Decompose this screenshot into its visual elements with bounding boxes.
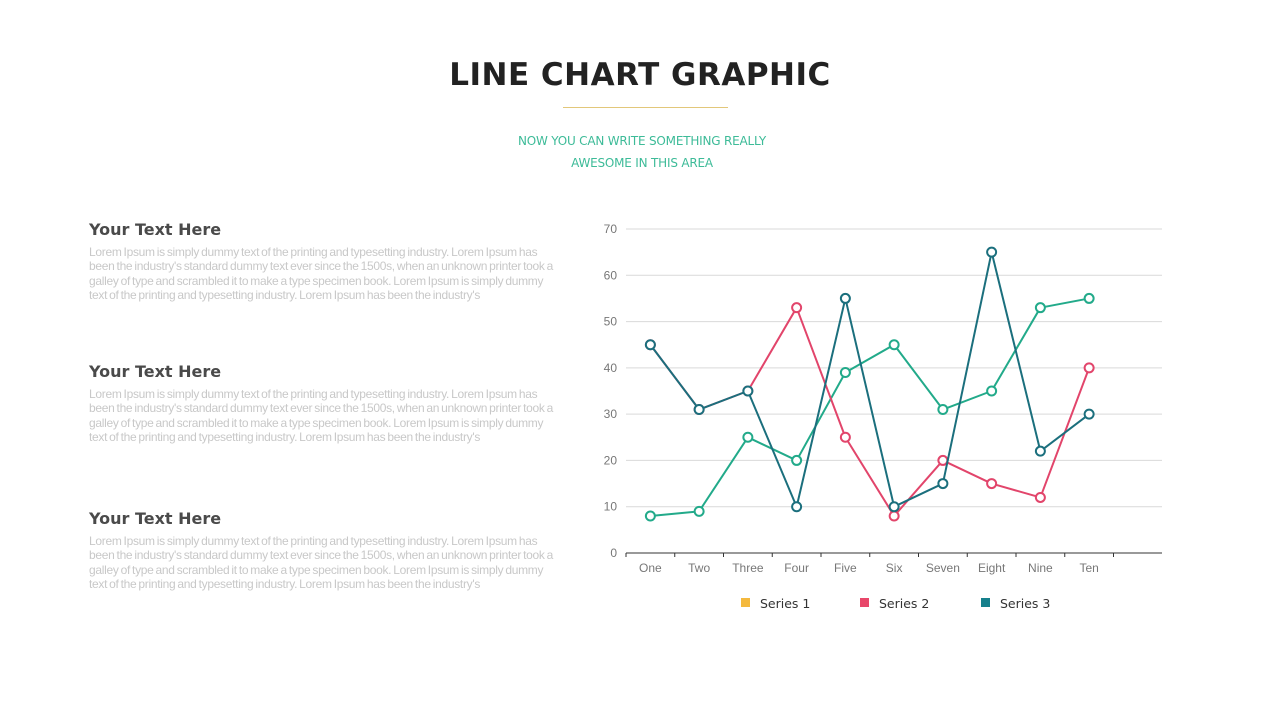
x-axis: One Two Three Four Five Six Seven Eight Nine Ten xyxy=(625,552,1162,575)
x-tick-label: Six xyxy=(886,561,903,575)
series-3 xyxy=(644,246,1095,513)
data-point xyxy=(839,366,851,378)
y-tick-label: 20 xyxy=(604,453,618,467)
data-point xyxy=(693,404,705,416)
series-1 xyxy=(644,292,1095,522)
data-point xyxy=(693,505,705,517)
data-point xyxy=(644,339,656,351)
data-point xyxy=(791,501,803,513)
x-tick-label: Four xyxy=(784,561,809,575)
data-point xyxy=(888,510,900,522)
legend-label: Series 1 xyxy=(760,596,810,611)
data-point xyxy=(937,478,949,490)
data-point xyxy=(888,501,900,513)
series-line xyxy=(649,251,1090,508)
x-tick-label: Ten xyxy=(1079,561,1098,575)
data-point xyxy=(1034,445,1046,457)
x-tick-label: Seven xyxy=(926,561,960,575)
legend-swatch xyxy=(981,598,990,607)
data-point xyxy=(791,302,803,314)
data-point xyxy=(986,385,998,397)
series-line xyxy=(650,297,1090,517)
y-tick-label: 30 xyxy=(604,407,618,421)
data-point xyxy=(839,292,851,304)
legend-swatch xyxy=(860,598,869,607)
legend: Series 1 Series 2 Series 3 xyxy=(741,596,1050,611)
data-point xyxy=(742,431,754,443)
gridlines xyxy=(626,228,1162,508)
data-point xyxy=(986,478,998,490)
data-point xyxy=(1083,292,1095,304)
series-2 xyxy=(644,302,1095,522)
y-axis: 0 10 20 30 40 50 60 70 xyxy=(604,222,618,560)
legend-swatch xyxy=(741,598,750,607)
y-tick-label: 40 xyxy=(604,361,618,375)
data-point xyxy=(1083,362,1095,374)
legend-item-1: Series 1 xyxy=(741,596,810,611)
line-chart: 0 10 20 30 40 50 60 70 One Two Three Four Five Six Se… xyxy=(604,222,1162,611)
x-tick-label: Nine xyxy=(1028,561,1053,575)
y-tick-label: 70 xyxy=(604,222,618,236)
data-point xyxy=(1083,408,1095,420)
data-point xyxy=(839,431,851,443)
data-point xyxy=(1034,302,1046,314)
legend-label: Series 3 xyxy=(1000,596,1050,611)
y-tick-label: 10 xyxy=(604,500,618,514)
legend-item-3: Series 3 xyxy=(981,596,1050,611)
y-tick-label: 0 xyxy=(610,546,617,560)
legend-label: Series 2 xyxy=(879,596,929,611)
data-point xyxy=(888,339,900,351)
legend-item-2: Series 2 xyxy=(860,596,929,611)
x-tick-label: Three xyxy=(732,561,764,575)
y-tick-label: 60 xyxy=(604,268,618,282)
x-tick-label: Five xyxy=(834,561,857,575)
data-point xyxy=(644,510,656,522)
x-tick-label: Eight xyxy=(978,561,1006,575)
data-point xyxy=(742,385,754,397)
data-point xyxy=(986,246,998,258)
x-tick-label: One xyxy=(639,561,662,575)
data-point xyxy=(937,454,949,466)
y-tick-label: 50 xyxy=(604,315,618,329)
data-point xyxy=(1034,491,1046,503)
data-point xyxy=(791,454,803,466)
data-point xyxy=(937,404,949,416)
series-lines xyxy=(644,246,1095,522)
x-tick-label: Two xyxy=(688,561,710,575)
